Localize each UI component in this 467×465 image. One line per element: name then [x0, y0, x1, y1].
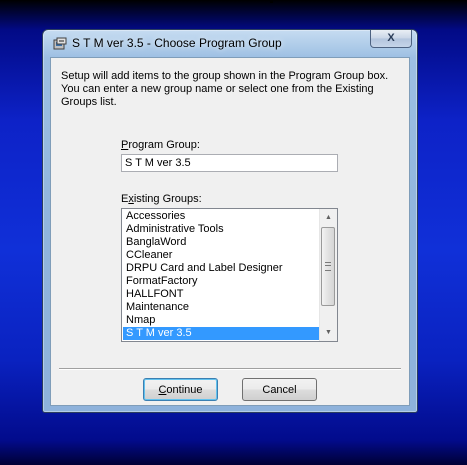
list-item[interactable]: Administrative Tools — [123, 223, 320, 236]
list-scrollbar[interactable]: ▲ ▼ — [319, 209, 337, 341]
list-item[interactable]: Accessories — [123, 210, 320, 223]
program-group-label-rest: rogram Group: — [128, 139, 200, 151]
existing-groups-list[interactable]: Accessories Administrative Tools BanglaW… — [121, 208, 338, 342]
grip-icon — [325, 262, 331, 271]
scroll-up-arrow-icon[interactable]: ▲ — [320, 209, 337, 226]
close-icon: X — [387, 32, 395, 44]
existing-groups-label: Existing Groups: — [121, 193, 202, 205]
intro-text: Setup will add items to the group shown … — [61, 70, 389, 108]
close-button[interactable]: X — [370, 30, 412, 48]
list-item[interactable]: BanglaWord — [123, 236, 320, 249]
choose-program-group-dialog: S T M ver 3.5 - Choose Program Group X S… — [42, 29, 418, 413]
scroll-thumb[interactable] — [321, 227, 335, 306]
dialog-body: Setup will add items to the group shown … — [50, 57, 410, 406]
existing-groups-items: Accessories Administrative Tools BanglaW… — [123, 210, 320, 340]
program-group-input[interactable] — [121, 154, 338, 172]
existing-groups-label-rest: isting Groups: — [133, 193, 202, 205]
window-title: S T M ver 3.5 - Choose Program Group — [72, 36, 282, 50]
desktop-mark — [270, 0, 273, 3]
setup-app-icon — [53, 37, 67, 50]
list-item[interactable]: S T M ver 3.5 — [123, 327, 320, 340]
cancel-button[interactable]: Cancel — [242, 378, 317, 401]
program-group-label: Program Group: — [121, 139, 200, 151]
list-item[interactable]: DRPU Card and Label Designer — [123, 262, 320, 275]
list-item[interactable]: HALLFONT — [123, 288, 320, 301]
continue-button-label: ontinue — [166, 383, 203, 396]
list-item[interactable]: Maintenance — [123, 301, 320, 314]
button-divider — [59, 368, 401, 370]
continue-button[interactable]: Continue — [143, 378, 218, 401]
scroll-down-arrow-icon[interactable]: ▼ — [320, 324, 337, 341]
list-item[interactable]: Nmap — [123, 314, 320, 327]
list-item[interactable]: CCleaner — [123, 249, 320, 262]
title-bar[interactable]: S T M ver 3.5 - Choose Program Group X — [43, 30, 417, 57]
list-item[interactable]: FormatFactory — [123, 275, 320, 288]
